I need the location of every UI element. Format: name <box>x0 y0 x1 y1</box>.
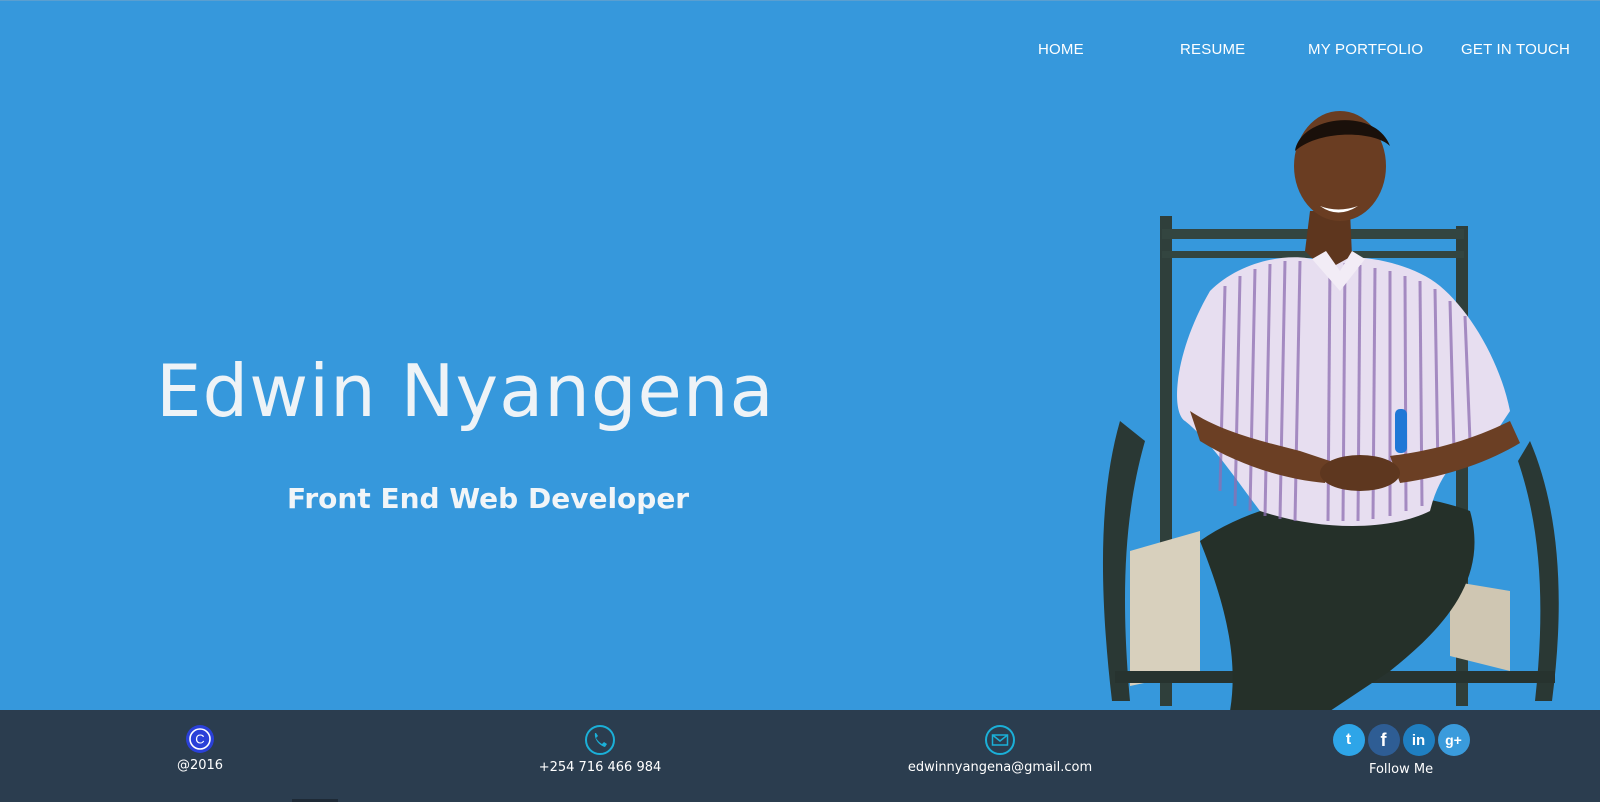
wristband <box>1395 409 1407 453</box>
nav-home[interactable]: HOME <box>1038 41 1084 58</box>
mail-icon <box>985 725 1015 755</box>
nav-portfolio[interactable]: MY PORTFOLIO <box>1308 41 1423 58</box>
social-block: t f in g+ Follow Me <box>1330 724 1472 777</box>
copyright-text: @2016 <box>176 758 224 773</box>
nav-get-in-touch[interactable]: GET IN TOUCH <box>1461 41 1570 58</box>
main-nav: HOME RESUME MY PORTFOLIO GET IN TOUCH <box>0 41 1600 65</box>
hands <box>1320 455 1400 491</box>
follow-me-label: Follow Me <box>1368 762 1434 777</box>
phone-number[interactable]: +254 716 466 984 <box>520 760 680 775</box>
hero-name: Edwin Nyangena <box>156 349 775 433</box>
svg-text:C: C <box>195 732 204 747</box>
email-address[interactable]: edwinnyangena@gmail.com <box>900 760 1100 775</box>
email-block: edwinnyangena@gmail.com <box>900 724 1100 775</box>
hero-section: HOME RESUME MY PORTFOLIO GET IN TOUCH Ed… <box>0 1 1600 710</box>
phone-icon <box>585 725 615 755</box>
phone-block: +254 716 466 984 <box>520 724 680 775</box>
page: HOME RESUME MY PORTFOLIO GET IN TOUCH Ed… <box>0 0 1600 802</box>
linkedin-icon[interactable]: in <box>1402 724 1435 756</box>
hero-role: Front End Web Developer <box>287 482 690 515</box>
copyright-block: C @2016 <box>150 724 250 773</box>
twitter-icon[interactable]: t <box>1332 724 1365 756</box>
copyright-icon: C <box>186 725 214 753</box>
footer: C @2016 +254 716 466 984 edwinnyangena@g… <box>0 710 1600 802</box>
facebook-icon[interactable]: f <box>1367 724 1400 756</box>
google-plus-icon[interactable]: g+ <box>1437 724 1470 756</box>
nav-resume[interactable]: RESUME <box>1180 41 1245 58</box>
profile-photo <box>1102 111 1559 710</box>
social-links: t f in g+ <box>1330 724 1472 756</box>
